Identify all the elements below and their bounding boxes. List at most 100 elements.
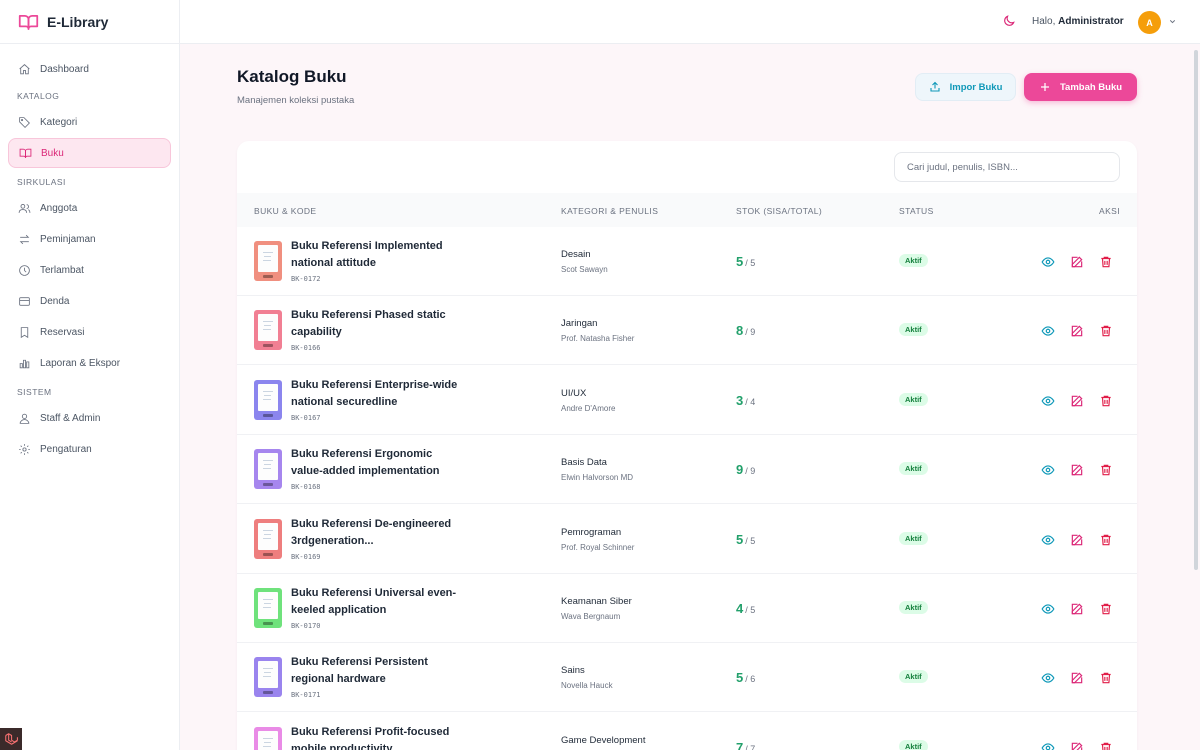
gear-icon: [19, 443, 30, 455]
edit-icon[interactable]: [1070, 324, 1084, 338]
chevron-down-icon[interactable]: [1168, 17, 1177, 26]
trash-icon[interactable]: [1099, 255, 1113, 269]
trash-icon[interactable]: [1099, 324, 1113, 338]
bookmark-icon: [20, 326, 29, 338]
sidebar-item-anggota[interactable]: Anggota: [8, 193, 171, 223]
trash-icon[interactable]: [1099, 602, 1113, 616]
edit-icon[interactable]: [1070, 602, 1084, 616]
sidebar-item-label: Kategori: [40, 116, 78, 128]
sidebar-item-buku[interactable]: Buku: [8, 138, 171, 168]
book-stock: 8/ 9: [736, 323, 755, 338]
book-stock: 7/ 7: [736, 740, 755, 750]
sidebar-item-label: Peminjaman: [40, 233, 96, 245]
book-cover-tag: [263, 691, 273, 695]
table-row: Buku Referensi De-engineered 3rdgenerati…: [237, 505, 1137, 574]
sidebar-item-pengaturan[interactable]: Pengaturan: [8, 434, 171, 464]
book-cover: [254, 449, 282, 490]
user-greeting[interactable]: Halo, Administrator: [1032, 16, 1124, 27]
book-author: Elwin Halvorson MD: [561, 473, 634, 483]
book-category: UI/UX: [561, 387, 587, 399]
status-badge: Aktif: [899, 462, 928, 476]
book-stock: 4/ 5: [736, 601, 755, 616]
view-icon[interactable]: [1041, 602, 1055, 616]
moon-icon[interactable]: [1002, 14, 1016, 28]
book-code: BK-0167: [291, 413, 321, 422]
book-title[interactable]: Buku Referensi De-engineered 3rdgenerati…: [291, 516, 461, 550]
sidebar-nav: Dashboard KATALOG Kategori Buku SIRKULAS…: [0, 44, 179, 464]
sidebar-item-terlambat[interactable]: Terlambat: [8, 255, 171, 285]
book-code: BK-0166: [291, 344, 321, 353]
view-icon[interactable]: [1041, 324, 1055, 338]
book-cover-tag: [263, 483, 273, 487]
trash-icon[interactable]: [1099, 741, 1113, 750]
view-icon[interactable]: [1041, 671, 1055, 685]
col-header-actions: AKSI: [1099, 206, 1120, 216]
book-author: Scot Sawayn: [561, 265, 608, 274]
sidebar-item-dashboard[interactable]: Dashboard: [8, 54, 171, 84]
stock-total: / 6: [745, 674, 756, 685]
edit-icon[interactable]: [1070, 671, 1084, 685]
sidebar-item-kategori[interactable]: Kategori: [8, 107, 171, 137]
book-title[interactable]: Buku Referensi Profit-focused mobile pro…: [291, 724, 461, 750]
book-title[interactable]: Buku Referensi Ergonomic value-added imp…: [291, 446, 461, 480]
book-category: Keamanan Siber: [561, 596, 632, 607]
book-title[interactable]: Buku Referensi Enterprise-wide national …: [291, 377, 461, 411]
section-katalog: KATALOG: [17, 91, 60, 101]
stock-total: / 9: [745, 327, 756, 338]
sidebar-item-laporan[interactable]: Laporan & Ekspor: [8, 348, 171, 378]
trash-icon[interactable]: [1099, 463, 1113, 477]
book-cover-page: [258, 383, 278, 411]
page-scrollbar[interactable]: [1194, 50, 1198, 570]
stock-available: 7: [736, 739, 744, 750]
sidebar-item-reservasi[interactable]: Reservasi: [8, 317, 171, 347]
book-table-card: BUKU & KODE KATEGORI & PENULIS STOK (SIS…: [237, 141, 1137, 750]
edit-icon[interactable]: [1070, 394, 1084, 408]
book-stock: 5/ 6: [736, 670, 755, 685]
book-cover: [254, 379, 282, 420]
avatar[interactable]: A: [1138, 11, 1161, 34]
book-open-icon: [19, 148, 32, 158]
search-input[interactable]: [894, 152, 1120, 182]
sidebar-item-label: Dashboard: [40, 63, 89, 75]
book-cover-tag: [263, 344, 273, 348]
book-title[interactable]: Buku Referensi Implemented national atti…: [291, 238, 461, 272]
book-cover: [254, 241, 282, 281]
col-header-stock: STOK (SISA/TOTAL): [736, 206, 823, 216]
view-icon[interactable]: [1041, 394, 1055, 408]
sidebar-item-label: Buku: [41, 147, 64, 159]
sidebar-item-denda[interactable]: Denda: [8, 286, 171, 316]
view-icon[interactable]: [1041, 533, 1055, 547]
edit-icon[interactable]: [1070, 533, 1084, 547]
view-icon[interactable]: [1041, 463, 1055, 477]
edit-icon[interactable]: [1070, 463, 1084, 477]
book-title[interactable]: Buku Referensi Persistent regional hardw…: [291, 654, 461, 688]
book-title[interactable]: Buku Referensi Phased static capability: [291, 307, 461, 341]
status-badge: Aktif: [899, 392, 928, 406]
view-icon[interactable]: [1041, 255, 1055, 269]
edit-icon[interactable]: [1070, 255, 1084, 269]
sidebar-item-staff[interactable]: Staff & Admin: [8, 403, 171, 433]
book-cover: [254, 310, 282, 351]
upload-icon: [930, 81, 940, 92]
view-icon[interactable]: [1041, 741, 1055, 750]
sidebar: E-Library Dashboard KATALOG Kategori Buk…: [0, 0, 180, 750]
trash-icon[interactable]: [1099, 394, 1113, 408]
edit-icon[interactable]: [1070, 741, 1084, 750]
greeting-prefix: Halo,: [1032, 16, 1056, 27]
add-book-button[interactable]: Tambah Buku: [1024, 73, 1137, 101]
trash-icon[interactable]: [1099, 533, 1113, 547]
sidebar-item-peminjaman[interactable]: Peminjaman: [8, 224, 171, 254]
book-author: Prof. Royal Schinner: [561, 542, 635, 552]
import-books-button[interactable]: Impor Buku: [915, 73, 1016, 101]
stock-available: 3: [736, 392, 744, 408]
home-icon: [19, 63, 30, 74]
trash-icon[interactable]: [1099, 671, 1113, 685]
table-header: BUKU & KODE KATEGORI & PENULIS STOK (SIS…: [237, 193, 1137, 227]
book-category: Basis Data: [561, 457, 607, 469]
book-cover-page: [258, 314, 278, 342]
brand-name: E-Library: [47, 13, 109, 30]
book-cover-page: [258, 522, 278, 550]
table-row: Buku Referensi Ergonomic value-added imp…: [237, 435, 1137, 505]
book-title[interactable]: Buku Referensi Universal even-keeled app…: [291, 585, 461, 619]
brand[interactable]: E-Library: [0, 0, 179, 44]
